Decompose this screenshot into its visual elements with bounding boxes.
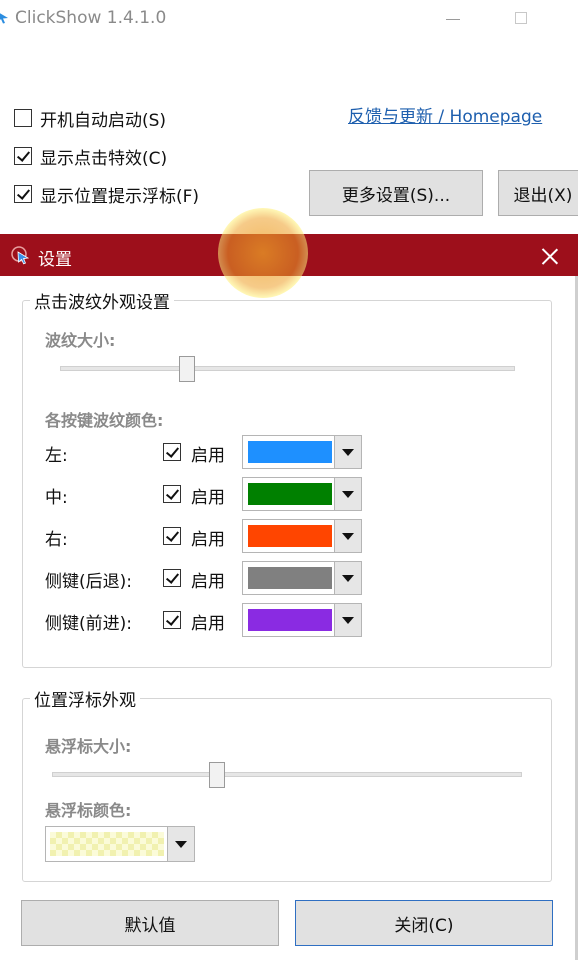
show-float-label: 显示位置提示浮标(F) [40, 186, 200, 207]
default-values-button[interactable]: 默认值 [21, 900, 279, 946]
enable-checkbox[interactable] [163, 569, 181, 587]
color-row-back: 侧键(后退): 启用 [45, 561, 375, 595]
color-swatch [248, 525, 332, 547]
color-swatch [248, 609, 332, 631]
ripple-size-label: 波纹大小: [45, 331, 116, 350]
enable-label: 启用 [191, 572, 225, 592]
enable-label: 启用 [191, 488, 225, 508]
close-button[interactable]: 关闭(C) [295, 900, 553, 946]
app-cursor-icon [11, 246, 30, 265]
button-label: 侧键(前进): [45, 614, 132, 634]
button-colors-label: 各按键波纹颜色: [45, 411, 164, 430]
enable-checkbox[interactable] [163, 611, 181, 629]
show-float-option[interactable]: 显示位置提示浮标(F) [14, 182, 200, 207]
float-color-label: 悬浮标颜色: [45, 801, 132, 820]
chevron-down-icon[interactable] [334, 436, 361, 468]
float-color-dropdown[interactable] [45, 826, 195, 862]
button-label: 中: [45, 488, 68, 508]
settings-dialog: 设置 点击波纹外观设置 波纹大小: 各按键波纹颜色: 左: 启用 中: 启用 右… [0, 234, 578, 960]
enable-label: 启用 [191, 614, 225, 634]
window-title: ClickShow 1.4.1.0 [15, 8, 167, 28]
button-label: 右: [45, 530, 68, 550]
float-size-slider-track[interactable] [52, 772, 522, 777]
float-color-swatch [50, 832, 164, 856]
exit-button[interactable]: 退出(X) [498, 170, 578, 216]
enable-checkbox[interactable] [163, 485, 181, 503]
show-click-label: 显示点击特效(C) [40, 148, 168, 169]
button-label: 侧键(后退): [45, 572, 132, 592]
chevron-down-icon[interactable] [167, 827, 194, 861]
enable-label: 启用 [191, 530, 225, 550]
color-row-middle: 中: 启用 [45, 477, 375, 511]
show-float-checkbox[interactable] [14, 185, 32, 203]
show-click-checkbox[interactable] [14, 147, 32, 165]
color-row-forward: 侧键(前进): 启用 [45, 603, 375, 637]
enable-checkbox[interactable] [163, 443, 181, 461]
color-dropdown[interactable] [242, 519, 362, 553]
more-settings-button[interactable]: 更多设置(S)... [309, 170, 483, 216]
autostart-label: 开机自动启动(S) [40, 110, 167, 131]
chevron-down-icon[interactable] [334, 604, 361, 636]
chevron-down-icon[interactable] [334, 520, 361, 552]
autostart-option[interactable]: 开机自动启动(S) [14, 106, 167, 131]
app-cursor-icon [0, 13, 8, 24]
chevron-down-icon[interactable] [334, 478, 361, 510]
button-label: 左: [45, 446, 68, 466]
color-row-right: 右: 启用 [45, 519, 375, 553]
ripple-size-slider-thumb[interactable] [179, 356, 196, 382]
enable-label: 启用 [191, 446, 225, 466]
homepage-link[interactable]: 反馈与更新 / Homepage [348, 102, 542, 127]
enable-checkbox[interactable] [163, 527, 181, 545]
maximize-button[interactable] [515, 12, 527, 24]
color-swatch [248, 567, 332, 589]
color-dropdown[interactable] [242, 603, 362, 637]
main-title-bar: ClickShow 1.4.1.0 [0, 0, 578, 40]
float-size-label: 悬浮标大小: [45, 737, 132, 756]
show-click-option[interactable]: 显示点击特效(C) [14, 144, 168, 169]
color-row-left: 左: 启用 [45, 435, 375, 469]
autostart-checkbox[interactable] [14, 109, 32, 127]
click-effect-indicator [218, 208, 308, 298]
minimize-button[interactable] [446, 8, 462, 28]
ripple-group-legend: 点击波纹外观设置 [30, 288, 174, 313]
float-size-slider-thumb[interactable] [208, 762, 225, 788]
color-dropdown[interactable] [242, 477, 362, 511]
color-swatch [248, 483, 332, 505]
color-swatch [248, 441, 332, 463]
ripple-size-slider-track[interactable] [60, 366, 515, 371]
float-group-legend: 位置浮标外观 [30, 686, 140, 711]
dialog-title: 设置 [38, 250, 72, 270]
chevron-down-icon[interactable] [334, 562, 361, 594]
color-dropdown[interactable] [242, 435, 362, 469]
close-icon[interactable] [538, 244, 562, 268]
color-dropdown[interactable] [242, 561, 362, 595]
